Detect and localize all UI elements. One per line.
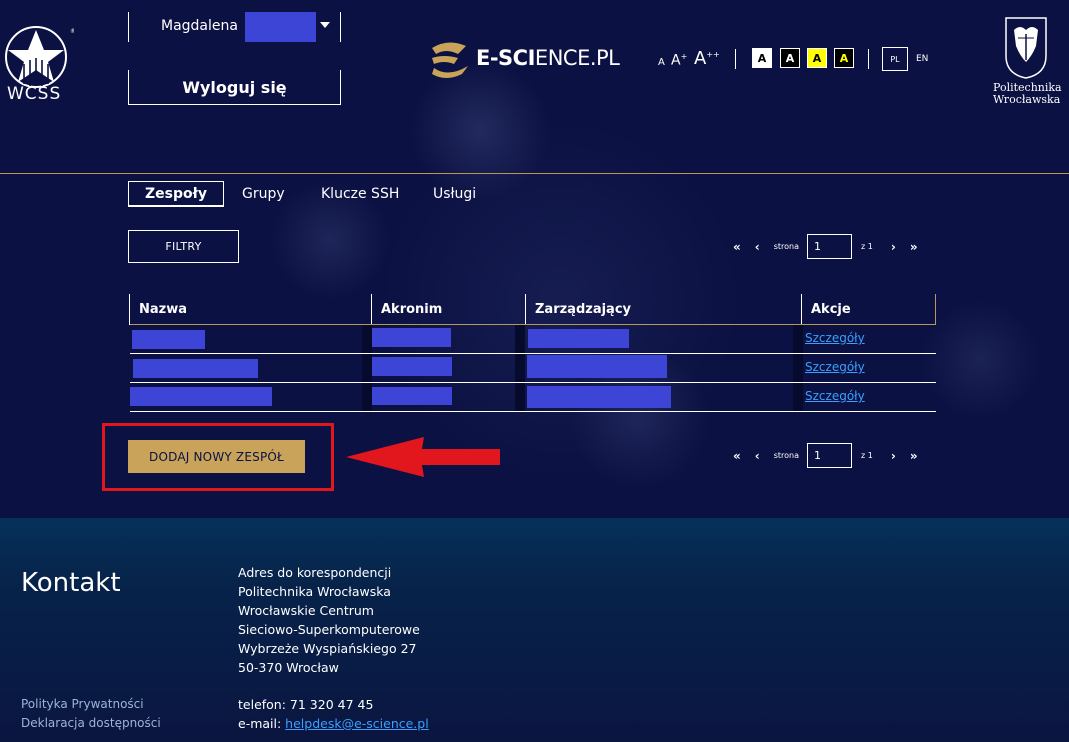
- page-label: strona: [773, 242, 800, 251]
- font-size-small[interactable]: A: [658, 57, 665, 68]
- page-total: z 1: [861, 242, 873, 251]
- language-pl[interactable]: PL: [882, 47, 908, 71]
- redacted-surname: [245, 12, 316, 42]
- filters-button[interactable]: FILTRY: [128, 230, 239, 263]
- contrast-default[interactable]: A: [752, 48, 772, 68]
- address-line: Adres do korespondencji: [238, 565, 392, 580]
- address-line: Wrocławskie Centrum: [238, 603, 374, 618]
- header-divider: [0, 173, 1069, 174]
- e-science-logo-icon[interactable]: [428, 40, 472, 78]
- footer-address: Adres do korespondencji Politechnika Wro…: [238, 563, 420, 677]
- university-line-2: Wrocławska: [993, 93, 1061, 106]
- page-input[interactable]: [807, 234, 853, 259]
- tab-grupy[interactable]: Grupy: [242, 182, 285, 206]
- next-page-icon[interactable]: ›: [891, 449, 896, 463]
- redacted-cell: [372, 357, 452, 376]
- column-header-zarzadzajacy[interactable]: Zarządzający: [525, 294, 793, 325]
- first-page-icon[interactable]: «: [733, 449, 741, 463]
- e-science-brand: E-SCIENCE.PL: [476, 46, 620, 70]
- footer: [0, 518, 1069, 742]
- brand-light: ENCE.PL: [534, 46, 620, 70]
- details-link[interactable]: Szczegóły: [805, 360, 865, 374]
- footer-title: Kontakt: [21, 568, 121, 598]
- redacted-cell: [372, 328, 451, 347]
- politechnika-eagle-icon[interactable]: [1004, 16, 1048, 80]
- row-divider: [130, 411, 936, 412]
- tab-klucze-ssh[interactable]: Klucze SSH: [321, 182, 399, 206]
- details-link[interactable]: Szczegóły: [805, 389, 865, 403]
- page-label: strona: [773, 451, 800, 460]
- brand-bold: E-SCI: [476, 46, 535, 70]
- table-row: Szczegóły: [130, 325, 936, 354]
- tab-zespoly[interactable]: Zespoły: [128, 181, 224, 207]
- university-name: Politechnika Wrocławska: [993, 82, 1062, 106]
- redacted-cell: [130, 387, 272, 406]
- privacy-policy-link[interactable]: Polityka Prywatności: [21, 697, 144, 711]
- next-page-icon[interactable]: ›: [891, 240, 896, 254]
- column-header-akronim[interactable]: Akronim: [371, 294, 516, 325]
- font-size-large[interactable]: A++: [694, 48, 720, 69]
- email-label: e-mail:: [238, 716, 286, 731]
- font-size-medium-letter: A: [671, 52, 681, 69]
- footer-phone: telefon: 71 320 47 45: [238, 697, 374, 712]
- separator: [735, 49, 736, 69]
- redacted-cell: [528, 329, 629, 348]
- address-line: Politechnika Wrocławska: [238, 584, 391, 599]
- redacted-cell: [372, 387, 452, 405]
- address-line: 50-370 Wrocław: [238, 660, 339, 675]
- contrast-black-yellow[interactable]: A: [834, 48, 854, 68]
- chevron-down-icon[interactable]: [320, 22, 330, 28]
- address-line: Wybrzeże Wyspiańskiego 27: [238, 641, 417, 656]
- page-total: z 1: [861, 451, 873, 460]
- red-arrow-annotation: [346, 437, 500, 477]
- pagination-bottom: « ‹ strona z 1 › »: [733, 443, 918, 468]
- redacted-cell: [527, 355, 667, 378]
- pagination-top: « ‹ strona z 1 › »: [733, 234, 918, 259]
- table-row: Szczegóły: [130, 383, 936, 412]
- logout-button[interactable]: Wyloguj się: [128, 70, 341, 105]
- redacted-cell: [527, 386, 671, 408]
- prev-page-icon[interactable]: ‹: [755, 449, 760, 463]
- contrast-black-white[interactable]: A: [780, 48, 800, 68]
- email-link[interactable]: helpdesk@e-science.pl: [285, 716, 429, 731]
- font-size-medium[interactable]: A+: [671, 52, 687, 69]
- footer-email: e-mail: helpdesk@e-science.pl: [238, 716, 429, 731]
- table-row: Szczegóły: [130, 354, 936, 383]
- font-size-large-letter: A: [694, 48, 707, 69]
- page-input[interactable]: [807, 443, 853, 468]
- details-link[interactable]: Szczegóły: [805, 331, 865, 345]
- font-size-large-plus: ++: [706, 50, 720, 59]
- prev-page-icon[interactable]: ‹: [755, 240, 760, 254]
- svg-text:®: ®: [70, 28, 74, 35]
- last-page-icon[interactable]: »: [910, 240, 918, 254]
- first-page-icon[interactable]: «: [733, 240, 741, 254]
- wcss-logo-text: WCSS: [7, 84, 62, 104]
- font-size-medium-plus: +: [680, 52, 688, 61]
- add-new-team-button[interactable]: DODAJ NOWY ZESPÓŁ: [128, 440, 305, 473]
- address-line: Sieciowo-Superkomputerowe: [238, 622, 420, 637]
- separator: [868, 49, 869, 69]
- user-name: Magdalena: [161, 18, 238, 34]
- redacted-cell: [132, 330, 205, 349]
- accessibility-declaration-link[interactable]: Deklaracja dostępności: [21, 716, 161, 730]
- contrast-yellow-black[interactable]: A: [807, 48, 827, 68]
- language-en[interactable]: EN: [916, 54, 928, 64]
- redacted-cell: [133, 359, 258, 378]
- last-page-icon[interactable]: »: [910, 449, 918, 463]
- column-header-akcje: Akcje: [801, 294, 936, 325]
- tab-uslugi[interactable]: Usługi: [433, 182, 476, 206]
- column-header-nazwa[interactable]: Nazwa: [129, 294, 363, 325]
